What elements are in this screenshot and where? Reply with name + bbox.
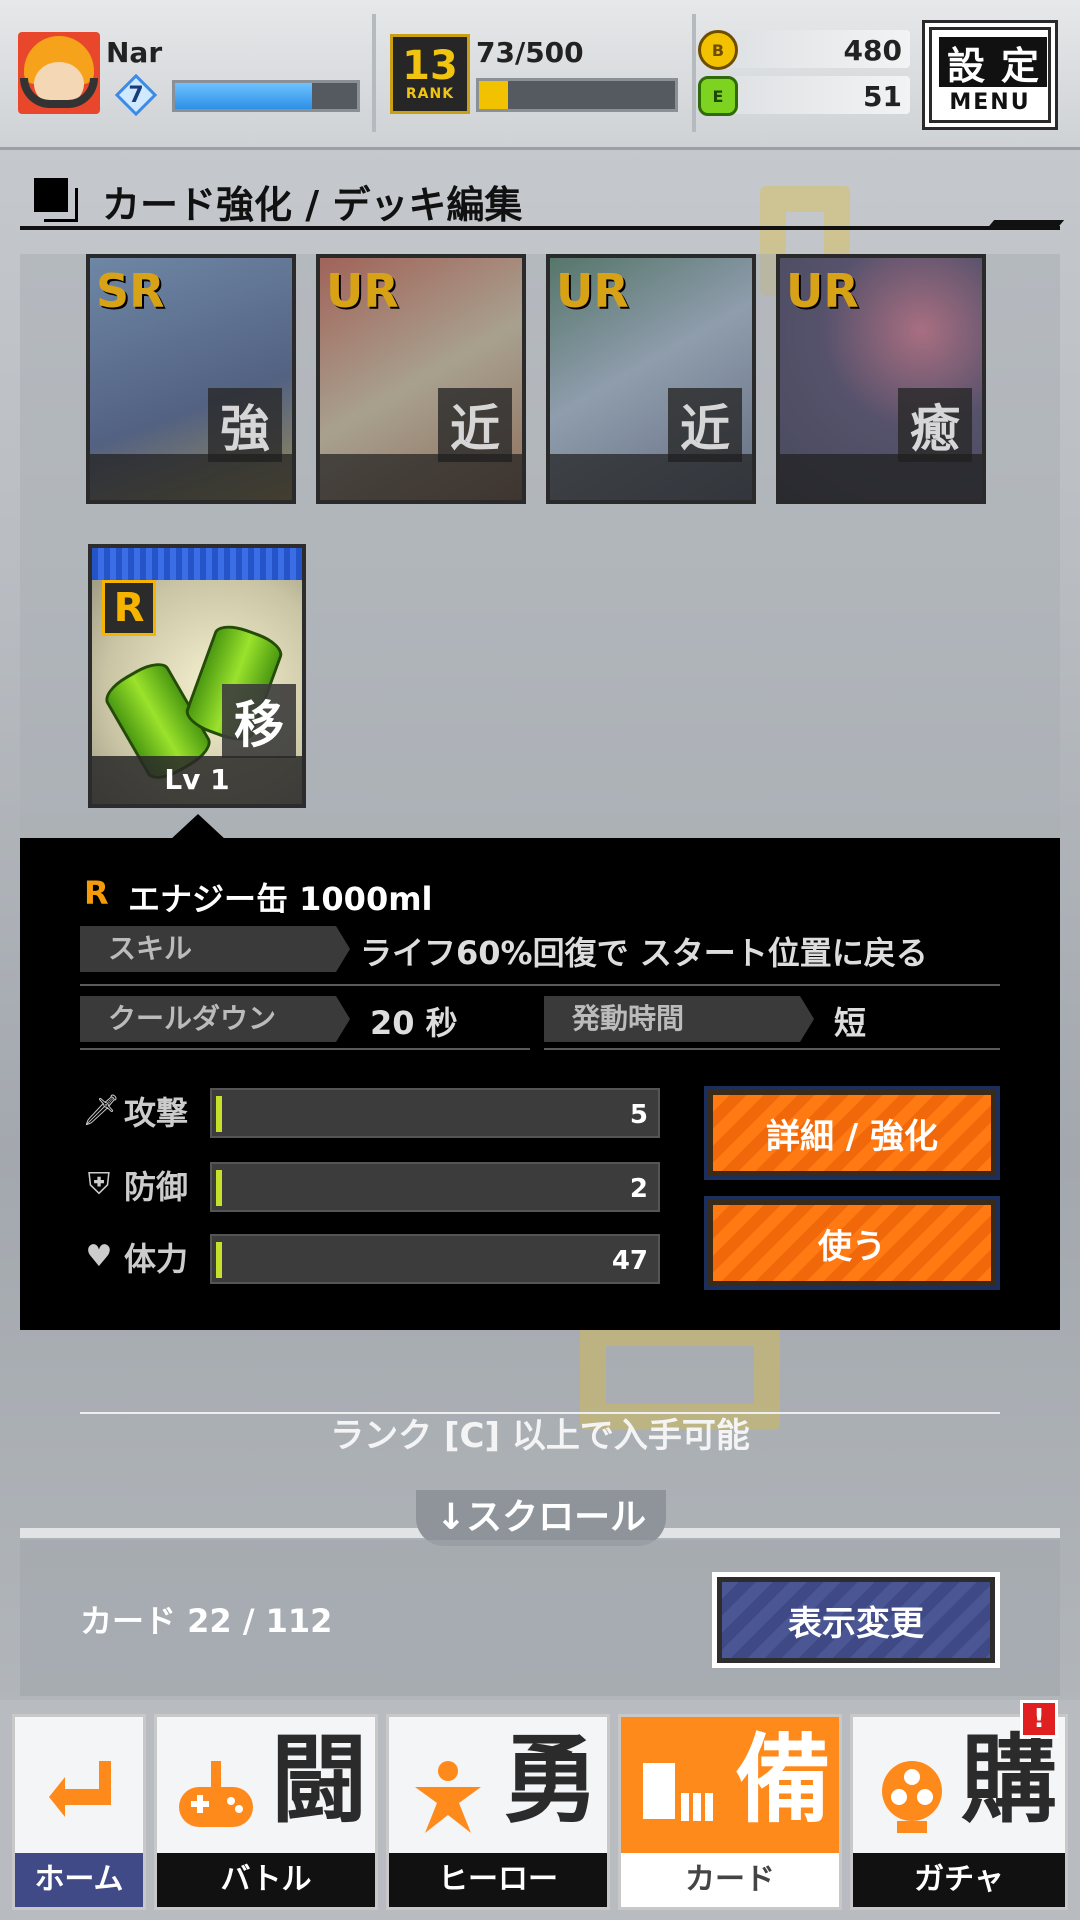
nav-home-label: ホーム bbox=[15, 1853, 143, 1907]
detail-card-name: エナジー缶 1000ml bbox=[128, 880, 433, 918]
shield-icon: ⛨ bbox=[87, 1167, 111, 1202]
header-divider bbox=[372, 14, 376, 132]
nav-gacha[interactable]: 購 ガチャ bbox=[850, 1714, 1068, 1910]
nav-battle[interactable]: 闘 バトル bbox=[154, 1714, 378, 1910]
card-rarity: SR bbox=[96, 264, 165, 318]
exp-bar-fill bbox=[175, 83, 312, 109]
back-arrow-icon bbox=[49, 1761, 111, 1817]
title-underline bbox=[20, 226, 1060, 230]
skill-value: ライフ60%回復で スタート位置に戻る bbox=[360, 934, 928, 972]
energy-counter: E 51 bbox=[698, 76, 910, 116]
nav-gacha-glyph: 購 bbox=[961, 1724, 1057, 1836]
selected-card[interactable]: R 移 Lv 1 bbox=[88, 544, 306, 808]
nav-battle-label: バトル bbox=[157, 1853, 375, 1907]
attack-label: 攻撃 bbox=[124, 1094, 189, 1132]
card-type: 移 bbox=[222, 684, 296, 758]
exp-bar bbox=[172, 80, 360, 112]
card-rarity: R bbox=[102, 580, 156, 636]
avatar[interactable] bbox=[18, 32, 100, 114]
sword-icon: 🗡 bbox=[82, 1093, 121, 1128]
use-label: 使う bbox=[708, 1200, 996, 1286]
duration-tag: 発動時間 bbox=[544, 996, 814, 1042]
player-level-badge: 7 bbox=[106, 73, 166, 117]
nav-card-label: カード bbox=[621, 1853, 839, 1907]
attack-value: 5 bbox=[629, 1100, 648, 1130]
card-type: 強 bbox=[208, 388, 282, 462]
detail-enhance-button[interactable]: 詳細 / 強化 bbox=[704, 1086, 1000, 1180]
rank-progress-fill bbox=[479, 81, 508, 109]
header-divider bbox=[692, 14, 696, 132]
stamina-value: 47 bbox=[611, 1246, 648, 1276]
use-button[interactable]: 使う bbox=[704, 1196, 1000, 1290]
coin-value: 480 bbox=[843, 34, 902, 67]
cooldown-tag: クールダウン bbox=[80, 996, 350, 1042]
player-name: Nar bbox=[106, 36, 163, 69]
card-count-bar: カード 22 / 112 表示変更 bbox=[20, 1540, 1060, 1696]
card-type: 近 bbox=[668, 388, 742, 462]
scroll-indicator[interactable]: ↓スクロール bbox=[416, 1490, 666, 1546]
card-level: Lv 1 bbox=[92, 756, 302, 804]
defense-value: 2 bbox=[629, 1174, 648, 1204]
hero-icon bbox=[415, 1761, 481, 1833]
coin-icon: B bbox=[698, 30, 738, 70]
stamina-bar: 47 bbox=[210, 1234, 660, 1284]
nav-hero-label: ヒーロー bbox=[389, 1853, 607, 1907]
rank-number: 13 bbox=[402, 43, 458, 89]
gamepad-icon bbox=[179, 1761, 253, 1827]
rank-progress-bar bbox=[476, 78, 678, 112]
status-header: Nar 7 13 RANK 73/500 B 480 E 51 設 定 MENU bbox=[0, 0, 1080, 150]
coin-counter: B 480 bbox=[698, 30, 910, 70]
rank-badge: 13 RANK bbox=[390, 34, 470, 114]
card-rarity: UR bbox=[786, 264, 859, 318]
deck-card-4[interactable]: UR 癒 bbox=[776, 254, 986, 504]
view-toggle-button[interactable]: 表示変更 bbox=[712, 1572, 1000, 1668]
heart-icon: ♥ bbox=[85, 1239, 113, 1274]
duration-value: 短 bbox=[834, 1004, 867, 1042]
nav-battle-glyph: 闘 bbox=[271, 1724, 367, 1836]
rank-label: RANK bbox=[405, 86, 455, 102]
menu-label: MENU bbox=[949, 90, 1031, 115]
detail-pointer bbox=[170, 814, 226, 840]
energy-can-icon: E bbox=[698, 76, 738, 116]
gacha-alert-badge: ! bbox=[1020, 1700, 1058, 1738]
player-level: 7 bbox=[128, 82, 144, 108]
card-rarity: UR bbox=[556, 264, 629, 318]
card-detail-panel: R エナジー缶 1000ml スキル ライフ60%回復で スタート位置に戻る ク… bbox=[20, 838, 1060, 1330]
view-toggle-label: 表示変更 bbox=[717, 1577, 995, 1663]
attack-bar: 5 bbox=[210, 1088, 660, 1138]
card-count: カード 22 / 112 bbox=[80, 1602, 333, 1640]
deck-card-2[interactable]: UR 近 bbox=[316, 254, 526, 504]
energy-value: 51 bbox=[863, 80, 902, 113]
detail-rarity: R bbox=[84, 874, 109, 912]
nav-card[interactable]: 備 カード bbox=[618, 1714, 842, 1910]
stamina-label: 体力 bbox=[124, 1240, 189, 1278]
bottom-nav: ホーム 闘 バトル 勇 ヒーロー 備 カード 購 ガチャ bbox=[0, 1700, 1080, 1920]
settings-kanji-1: 設 bbox=[939, 37, 993, 88]
nav-home[interactable]: ホーム bbox=[12, 1714, 146, 1910]
nav-hero-glyph: 勇 bbox=[503, 1724, 599, 1836]
card-rarity: UR bbox=[326, 264, 399, 318]
page-title: カード強化 / デッキ編集 bbox=[102, 183, 523, 227]
title-underline-tab bbox=[985, 220, 1065, 230]
gacha-icon bbox=[882, 1761, 942, 1833]
detail-enhance-label: 詳細 / 強化 bbox=[708, 1090, 996, 1176]
rank-requirement-note: ランク [C] 以上で入手可能 bbox=[330, 1416, 750, 1456]
nav-gacha-label: ガチャ bbox=[853, 1853, 1065, 1907]
nav-card-glyph: 備 bbox=[735, 1724, 831, 1836]
settings-menu-button[interactable]: 設 定 MENU bbox=[922, 20, 1058, 130]
card-type: 近 bbox=[438, 388, 512, 462]
skill-tag: スキル bbox=[80, 926, 350, 972]
defense-label: 防御 bbox=[124, 1168, 189, 1206]
deck-card-1[interactable]: SR 強 bbox=[86, 254, 296, 504]
cards-icon bbox=[643, 1763, 713, 1821]
title-corner-icon bbox=[44, 188, 78, 222]
cooldown-value: 20 秒 bbox=[370, 1004, 458, 1042]
deck-card-3[interactable]: UR 近 bbox=[546, 254, 756, 504]
rank-progress-text: 73/500 bbox=[476, 36, 584, 69]
nav-hero[interactable]: 勇 ヒーロー bbox=[386, 1714, 610, 1910]
card-type: 癒 bbox=[898, 388, 972, 462]
defense-bar: 2 bbox=[210, 1162, 660, 1212]
settings-kanji-2: 定 bbox=[993, 37, 1047, 88]
